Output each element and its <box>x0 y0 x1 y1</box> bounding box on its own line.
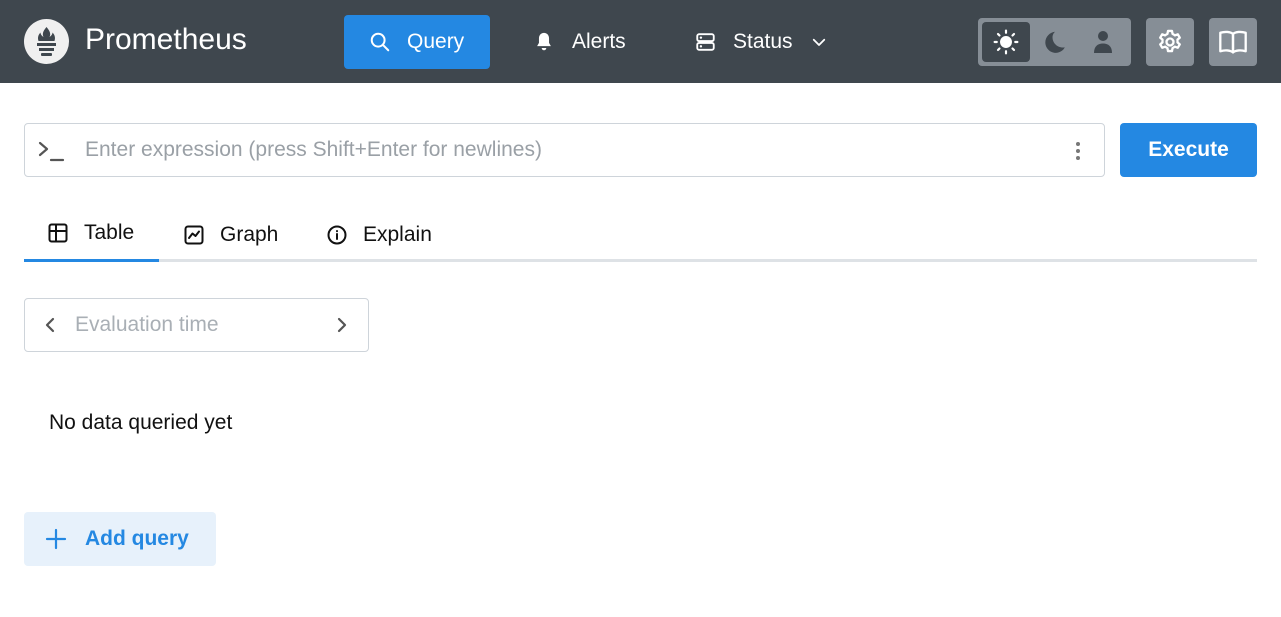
tab-graph[interactable]: Graph <box>159 207 303 262</box>
book-icon <box>1218 29 1248 55</box>
theme-auto-button[interactable] <box>1079 22 1127 62</box>
nav-status-label: Status <box>733 30 793 53</box>
expression-input[interactable] <box>85 124 1045 176</box>
nav-alerts-label: Alerts <box>572 30 626 53</box>
evaluation-time-picker <box>24 298 369 352</box>
prometheus-logo-icon[interactable] <box>24 19 69 64</box>
tab-table[interactable]: Table <box>24 207 159 262</box>
nav-alerts-button[interactable]: Alerts <box>533 15 643 69</box>
terminal-prompt-icon <box>37 138 65 164</box>
user-icon <box>1091 29 1115 55</box>
theme-dark-button[interactable] <box>1030 22 1078 62</box>
chart-icon <box>184 225 204 245</box>
expression-menu-button[interactable] <box>1068 138 1088 164</box>
expression-input-container <box>24 123 1105 177</box>
table-icon <box>48 223 68 243</box>
moon-icon <box>1041 29 1067 55</box>
execute-button[interactable]: Execute <box>1120 123 1257 177</box>
dots-vertical-icon <box>1068 138 1088 164</box>
bell-icon <box>533 31 555 53</box>
brand-title[interactable]: Prometheus <box>85 22 247 58</box>
theme-switcher <box>978 18 1131 66</box>
add-query-button[interactable]: Add query <box>24 512 216 566</box>
search-icon <box>369 31 391 53</box>
sun-icon <box>993 29 1019 55</box>
evaluation-time-input[interactable] <box>75 299 315 351</box>
nav-status-dropdown[interactable]: Status <box>694 15 844 69</box>
nav-query-label: Query <box>407 30 465 53</box>
add-query-label: Add query <box>85 527 189 550</box>
chevron-down-icon <box>810 33 828 51</box>
eval-time-next-button[interactable] <box>329 313 353 337</box>
tab-table-label: Table <box>84 221 135 244</box>
plus-icon <box>44 527 68 551</box>
chevron-left-icon <box>43 316 59 334</box>
empty-results-message: No data queried yet <box>49 411 233 434</box>
server-icon <box>694 31 717 53</box>
chevron-right-icon <box>333 316 349 334</box>
tab-explain[interactable]: Explain <box>303 207 457 262</box>
top-navbar: Prometheus Query Alerts Status <box>0 0 1281 83</box>
gear-icon <box>1156 28 1184 56</box>
tab-graph-label: Graph <box>220 222 279 246</box>
theme-light-button[interactable] <box>982 22 1030 62</box>
tab-explain-label: Explain <box>363 222 432 246</box>
eval-time-prev-button[interactable] <box>39 313 63 337</box>
nav-query-button[interactable]: Query <box>344 15 490 69</box>
documentation-button[interactable] <box>1209 18 1257 66</box>
settings-button[interactable] <box>1146 18 1194 66</box>
info-circle-icon <box>327 225 347 245</box>
